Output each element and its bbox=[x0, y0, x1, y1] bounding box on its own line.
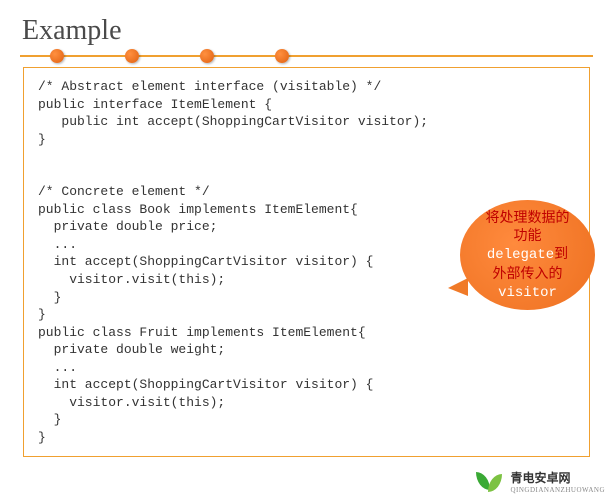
watermark: 青电安卓网 QINGDIANANZHUOWANG bbox=[474, 469, 605, 494]
slide-title: Example bbox=[22, 15, 593, 47]
watermark-label: 青电安卓网 QINGDIANANZHUOWANG bbox=[510, 469, 605, 494]
slide: Example /* Abstract element interface (v… bbox=[0, 0, 613, 500]
divider-dot bbox=[275, 49, 289, 63]
divider-dot bbox=[200, 49, 214, 63]
callout-line: 到 bbox=[554, 245, 568, 261]
watermark-name: 青电安卓网 bbox=[510, 469, 605, 486]
divider-dot bbox=[125, 49, 139, 63]
watermark-logo-icon bbox=[474, 470, 504, 494]
callout-delegate: delegate bbox=[487, 247, 554, 263]
divider-dot bbox=[50, 49, 64, 63]
callout-visitor: visitor bbox=[498, 285, 557, 301]
watermark-sub: QINGDIANANZHUOWANG bbox=[510, 486, 605, 494]
callout-line: 外部传入的 bbox=[493, 265, 563, 281]
callout-line: 将处理数据的 bbox=[486, 209, 570, 225]
callout-bubble: 将处理数据的 功能 delegate到 外部传入的 visitor bbox=[460, 200, 595, 310]
callout-text: 将处理数据的 功能 delegate到 外部传入的 visitor bbox=[486, 208, 570, 303]
callout-line: 功能 bbox=[514, 227, 542, 243]
divider bbox=[20, 55, 593, 57]
